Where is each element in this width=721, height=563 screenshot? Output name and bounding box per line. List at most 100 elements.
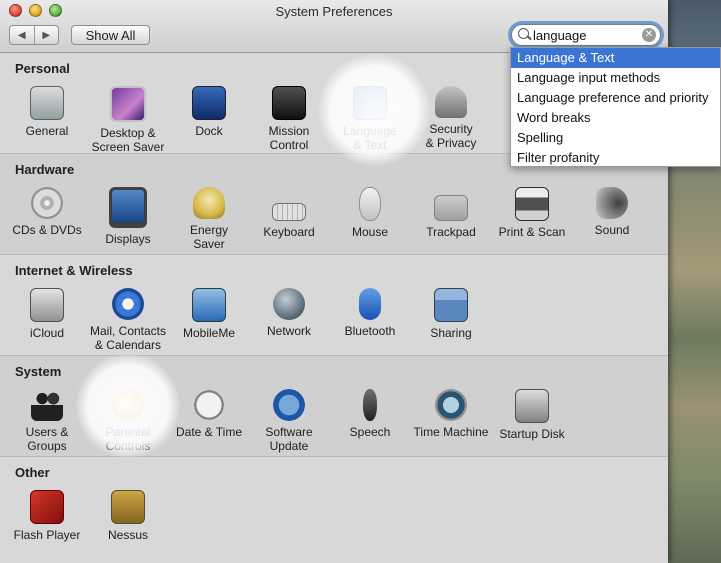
pane-mouse[interactable]: Mouse: [330, 187, 410, 239]
startup-disk-icon: [515, 389, 549, 423]
section-title: Personal: [15, 61, 70, 76]
pane-label: Speech: [349, 425, 391, 439]
pane-trackpad[interactable]: Trackpad: [411, 187, 491, 239]
pane-flash[interactable]: Flash Player: [7, 490, 87, 542]
icloud-icon: [30, 288, 64, 322]
pane-label: MobileMe: [182, 326, 236, 340]
pane-nessus[interactable]: Nessus: [88, 490, 168, 542]
pane-label: Startup Disk: [499, 427, 565, 441]
pane-network[interactable]: Network: [249, 288, 329, 338]
search-icon: [518, 28, 529, 39]
cd-icon: [31, 187, 63, 219]
pane-dock[interactable]: Dock: [169, 86, 249, 138]
trackpad-icon: [434, 195, 468, 221]
bluetooth-icon: [359, 288, 381, 320]
parental-icon: [112, 389, 144, 421]
section-title: Internet & Wireless: [15, 263, 133, 278]
pane-speech[interactable]: Speech: [330, 389, 410, 439]
pane-bluetooth[interactable]: Bluetooth: [330, 288, 410, 338]
pane-date-time[interactable]: Date & Time: [169, 389, 249, 439]
language-icon: [353, 86, 387, 120]
pane-mail[interactable]: Mail, Contacts & Calendars: [88, 288, 168, 352]
pane-sharing[interactable]: Sharing: [411, 288, 491, 340]
search-field[interactable]: language ✕: [511, 24, 661, 46]
forward-button[interactable]: ▶: [35, 26, 59, 44]
pane-label: Mission Control: [268, 124, 310, 152]
mail-icon: [112, 288, 144, 320]
pane-label: Time Machine: [413, 425, 489, 439]
pane-label: Date & Time: [175, 425, 243, 439]
pane-label: Software Update: [265, 425, 313, 453]
pane-language[interactable]: Language & Text: [330, 86, 410, 152]
pane-label: Trackpad: [426, 225, 476, 239]
pane-label: General: [25, 124, 69, 138]
pane-security[interactable]: Security & Privacy: [411, 86, 491, 150]
show-all-button[interactable]: Show All: [71, 25, 150, 45]
pane-label: Energy Saver: [189, 223, 229, 251]
pane-label: Sound: [594, 223, 630, 237]
pane-label: Users & Groups: [25, 425, 69, 453]
software-update-icon: [273, 389, 305, 421]
back-button[interactable]: ◀: [10, 26, 35, 44]
sharing-icon: [434, 288, 468, 322]
pane-speaker[interactable]: Sound: [572, 187, 652, 237]
pane-label: Flash Player: [13, 528, 81, 542]
pane-cd[interactable]: CDs & DVDs: [7, 187, 87, 237]
mouse-icon: [359, 187, 381, 221]
search-result-item[interactable]: Filter profanity: [511, 148, 720, 168]
pane-mission-control[interactable]: Mission Control: [249, 86, 329, 152]
bulb-icon: [193, 187, 225, 219]
pane-desktop[interactable]: Desktop & Screen Saver: [88, 86, 168, 154]
pane-label: Parental Controls: [105, 425, 151, 453]
pane-users[interactable]: Users & Groups: [7, 389, 87, 453]
pane-label: Nessus: [107, 528, 148, 542]
mission-control-icon: [272, 86, 306, 120]
pane-display[interactable]: Displays: [88, 187, 168, 246]
pane-parental[interactable]: Parental Controls: [88, 389, 168, 453]
display-icon: [109, 187, 147, 228]
users-icon: [31, 389, 63, 421]
pane-bulb[interactable]: Energy Saver: [169, 187, 249, 251]
pane-software-update[interactable]: Software Update: [249, 389, 329, 453]
network-icon: [273, 288, 305, 320]
pane-icloud[interactable]: iCloud: [7, 288, 87, 340]
speaker-icon: [596, 187, 628, 219]
pane-keyboard[interactable]: Keyboard: [249, 187, 329, 239]
pane-label: Network: [266, 324, 311, 338]
nav-segment: ◀ ▶: [9, 25, 59, 45]
pane-mobileme[interactable]: MobileMe: [169, 288, 249, 340]
dock-icon: [192, 86, 226, 120]
pane-label: CDs & DVDs: [12, 223, 82, 237]
time-machine-icon: [435, 389, 467, 421]
titlebar: System Preferences ◀ ▶ Show All language…: [0, 0, 668, 53]
pane-printer[interactable]: Print & Scan: [492, 187, 572, 239]
section-title: Other: [15, 465, 50, 480]
search-input-value[interactable]: language: [533, 28, 587, 43]
search-result-item[interactable]: Word breaks: [511, 108, 720, 128]
mobileme-icon: [192, 288, 226, 322]
pane-startup-disk[interactable]: Startup Disk: [492, 389, 572, 441]
search-result-item[interactable]: Language preference and priority: [511, 88, 720, 108]
pane-label: Keyboard: [263, 225, 315, 239]
search-result-item[interactable]: Spelling: [511, 128, 720, 148]
pane-label: Mouse: [351, 225, 389, 239]
clear-search-icon[interactable]: ✕: [642, 28, 656, 42]
search-result-item[interactable]: Language input methods: [511, 68, 720, 88]
pane-label: Mail, Contacts & Calendars: [89, 324, 167, 352]
pane-label: Sharing: [430, 326, 472, 340]
pane-time-machine[interactable]: Time Machine: [411, 389, 491, 439]
pane-label: Language & Text: [343, 124, 397, 152]
pane-label: Desktop & Screen Saver: [91, 126, 165, 154]
pane-label: Bluetooth: [344, 324, 396, 338]
printer-icon: [515, 187, 549, 221]
pane-label: Security & Privacy: [425, 122, 477, 150]
pane-general[interactable]: General: [7, 86, 87, 138]
date-time-icon: [193, 389, 225, 421]
keyboard-icon: [272, 203, 306, 221]
speech-icon: [363, 389, 377, 421]
pane-label: Print & Scan: [498, 225, 566, 239]
flash-icon: [30, 490, 64, 524]
search-result-item[interactable]: Language & Text: [511, 48, 720, 68]
section-title: Hardware: [15, 162, 75, 177]
pane-label: Dock: [195, 124, 223, 138]
